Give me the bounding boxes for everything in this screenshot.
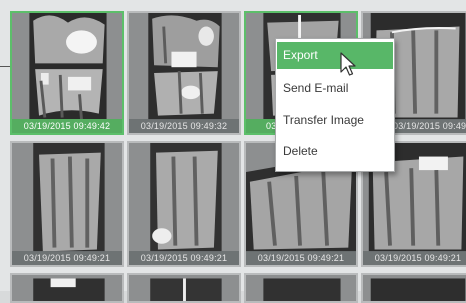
timestamp-label: 03/19/2015 09:49:21: [12, 251, 122, 265]
menu-item-export[interactable]: Export: [277, 42, 393, 69]
xray-image: [12, 275, 122, 301]
xray-thumbnail[interactable]: [10, 273, 124, 303]
xray-thumbnail[interactable]: [127, 273, 241, 303]
xray-image: [246, 275, 356, 301]
xray-image: [12, 13, 122, 133]
arrow-pointer-icon: [340, 52, 356, 76]
xray-image: [129, 13, 239, 133]
menu-item-delete[interactable]: Delete: [277, 138, 393, 165]
xray-image: [129, 143, 239, 265]
menu-item-transfer-image[interactable]: Transfer Image: [277, 107, 393, 134]
xray-image: [363, 275, 466, 301]
timestamp-label: 03/19/2015 09:49:42: [12, 119, 122, 133]
context-menu: Export Send E-mail Transfer Image Delete: [275, 38, 395, 172]
xray-image: [129, 275, 239, 301]
xray-thumbnail[interactable]: [361, 273, 466, 303]
xray-thumbnail[interactable]: 03/19/2015 09:49:21: [10, 141, 124, 267]
menu-item-send-email[interactable]: Send E-mail: [277, 75, 393, 102]
xray-thumbnail[interactable]: 03/19/2015 09:49:32: [127, 11, 241, 135]
timestamp-label: 03/19/2015 09:49:32: [129, 119, 239, 133]
xray-thumbnail[interactable]: 03/19/2015 09:49:42: [10, 11, 124, 135]
xray-thumbnail[interactable]: [244, 273, 358, 303]
timestamp-label: 03/19/2015 09:49:21: [363, 251, 466, 265]
xray-image: [12, 143, 122, 265]
timestamp-label: 03/19/2015 09:49:21: [129, 251, 239, 265]
xray-thumbnail[interactable]: 03/19/2015 09:49:21: [127, 141, 241, 267]
timestamp-label: 03/19/2015 09:49:21: [246, 251, 356, 265]
